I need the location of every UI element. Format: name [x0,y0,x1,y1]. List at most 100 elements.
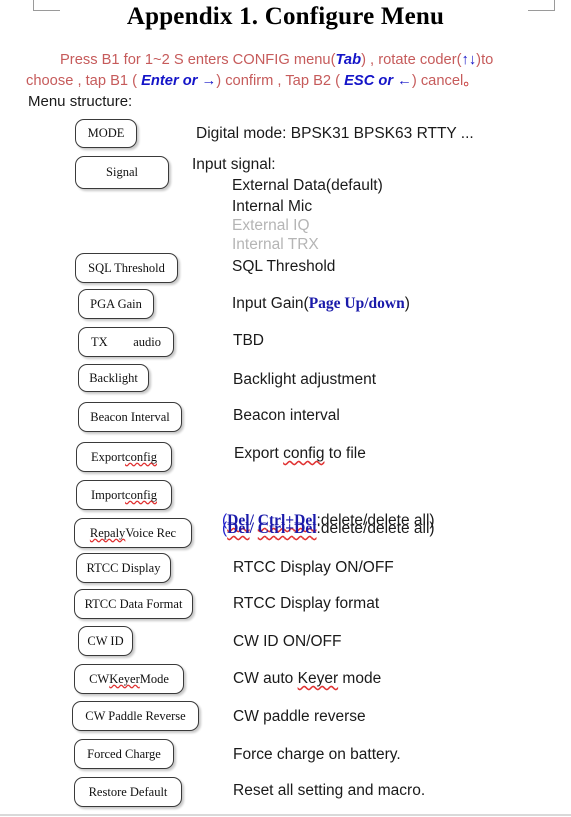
chip-label: Mode [139,671,169,686]
instructions-paragraph: Press B1 for 1~2 S enters CONFIG menu(Ta… [26,50,538,92]
chip-label: Beacon Interval [90,409,170,424]
description-text: CW ID ON/OFF [233,633,342,650]
key-tab: Tab [335,52,362,68]
chip-label: Restore Default [88,784,168,799]
chip-label: RTCC Display [86,560,161,575]
key-esc-or: ESC or [344,73,394,89]
description-text: ) [404,295,410,312]
description-text: SQL Threshold [232,258,336,275]
arrow-left-icon: ← [397,73,412,89]
menu-item-chip[interactable]: CW Paddle Reverse [72,701,199,731]
menu-item-chip[interactable]: CW Keyer Mode [74,664,184,694]
arrow-right-icon: → [201,73,217,89]
description-text: RTCC Display ON/OFF [233,559,394,576]
menu-item-description: RTCC Display format [233,596,379,612]
description-text: mode [338,670,382,687]
chip-label: Forced Charge [87,746,161,761]
input-signal-option: External IQ [232,217,310,234]
input-signal-option[interactable]: Internal Mic [232,199,312,215]
chip-label-misspelled: Keyer [109,671,140,686]
menu-item-chip[interactable]: RTCC Display [76,553,171,583]
chip-label-misspelled: Repaly [89,525,126,540]
chip-label-right: audio [133,334,161,349]
chip-label: Signal [106,165,138,179]
input-signal-option[interactable]: External Data(default) [232,178,383,194]
chip-label: CW Paddle Reverse [85,708,186,723]
menu-item-chip[interactable]: MODE [75,119,137,148]
chip-label-misspelled: config [125,487,157,502]
menu-item-chip[interactable]: Signal [75,156,169,189]
menu-item-chip[interactable]: Beacon Interval [78,402,182,432]
chip-label: Import [91,487,126,502]
menu-item-description: SQL Threshold [232,259,335,275]
menu-item-description: (Del/ Ctrl+Del:delete/delete all) [222,521,435,537]
key-enter-or: Enter or [141,73,198,89]
menu-item-chip[interactable]: TX audio [78,327,174,357]
description-text: TBD [233,332,264,349]
chip-label: Voice Rec [125,525,177,540]
menu-item-chip[interactable]: Backlight [78,364,149,392]
menu-item-description: Backlight adjustment [233,372,376,388]
menu-item-chip[interactable]: SQL Threshold [75,253,178,283]
page-title: Appendix 1. Configure Menu [126,3,445,30]
shortcut-key-del: Del [227,520,250,537]
menu-item-description: Digital mode: BPSK31 BPSK63 RTTY ... [196,126,474,142]
menu-item-chip[interactable]: Forced Charge [74,739,174,769]
input-signal-option: Internal TRX [232,236,319,253]
chip-label: Backlight [89,370,138,385]
menu-item-chip[interactable]: Repaly Voice Rec [74,518,192,548]
instructions-segment-1: Press B1 for 1~2 S enters CONFIG menu( [60,52,336,68]
description-text: CW paddle reverse [233,708,366,725]
shortcut-key-page-updown: Page Up/down [308,295,405,312]
description-text: CW auto [233,670,298,687]
description-text: to file [324,445,366,462]
description-slash: / [249,520,258,537]
menu-item-description: Force charge on battery. [233,747,401,763]
menu-item-description: Beacon interval [233,408,340,424]
menu-item-chip[interactable]: Export config [76,442,172,472]
chip-label: RTCC Data Format [84,596,183,611]
menu-item-chip[interactable]: Import config [76,480,172,510]
description-text: Force charge on battery. [233,746,401,763]
menu-item-description: CW auto Keyer mode [233,671,381,687]
description-text: Input signal: [192,156,276,173]
menu-item-description: CW ID ON/OFF [233,634,342,650]
menu-item-chip[interactable]: RTCC Data Format [74,589,193,619]
instructions-segment-5: ) cancel [411,73,464,89]
menu-structure-label: Menu structure: [28,93,133,110]
description-text: Beacon interval [233,407,340,424]
instructions-segment-4: ) confirm , Tap B2 ( [216,73,345,89]
description-text: Backlight adjustment [233,371,377,388]
page-bottom-rule [0,814,571,816]
shortcut-key-ctrl-del: Ctrl+Del [257,520,317,537]
menu-item-chip[interactable]: Restore Default [74,777,182,807]
chip-label: PGA Gain [90,296,142,311]
chip-label-left: TX [91,334,108,349]
description-text: RTCC Display format [233,595,380,612]
menu-item-chip[interactable]: CW ID [78,626,133,656]
menu-item-description: Input Gain(Page Up/down) [232,296,410,312]
chip-label: Export [91,449,126,464]
description-text-misspelled: Keyer [297,670,339,687]
description-text: Digital mode: BPSK31 BPSK63 RTTY ... [196,125,474,142]
menu-item-chip[interactable]: PGA Gain [78,289,154,319]
chip-label-misspelled: config [125,449,157,464]
description-text-misspelled: config [283,445,325,462]
menu-item-description: Reset all setting and macro. [233,783,425,799]
description-text: Input Gain( [232,295,309,312]
menu-item-description: CW paddle reverse [233,709,366,725]
chip-label: CW [89,671,110,686]
menu-item-description: Export config to file [234,446,366,462]
menu-item-description: RTCC Display ON/OFF [233,560,394,576]
chip-label: MODE [87,126,125,140]
rotate-updown-icon: ↑↓ [461,52,477,68]
description-text: :delete/delete all) [316,520,435,537]
description-text: Reset all setting and macro. [233,782,426,799]
chip-label: CW ID [87,633,124,648]
chip-label: SQL Threshold [88,260,165,275]
instructions-segment-2: ) , rotate coder( [361,52,462,68]
description-text: Export [234,445,284,462]
menu-item-description: TBD [233,333,264,349]
instructions-period: 。 [463,73,478,89]
menu-item-description: Input signal: [192,157,276,173]
